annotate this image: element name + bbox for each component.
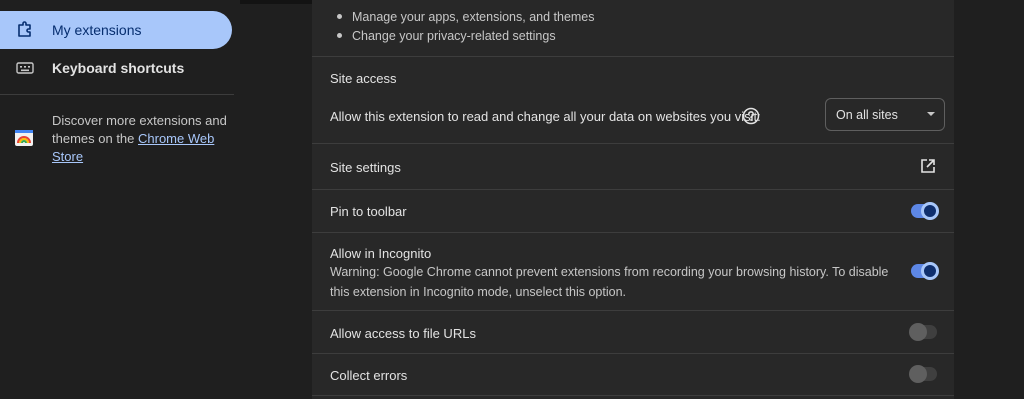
row-divider (312, 310, 954, 311)
file-urls-label: Allow access to file URLs (330, 326, 476, 341)
toggle-knob (909, 323, 927, 341)
open-in-new-icon[interactable] (919, 157, 937, 175)
site-access-description: Allow this extension to read and change … (330, 109, 761, 124)
page-gutter (954, 0, 1024, 399)
sidebar-item-my-extensions[interactable]: My extensions (0, 11, 232, 49)
incognito-warning: Warning: Google Chrome cannot prevent ex… (330, 265, 889, 299)
bullet-icon (337, 14, 342, 20)
discover-more-text: Discover more extensions and themes on t… (52, 112, 228, 166)
site-settings-label[interactable]: Site settings (330, 160, 401, 175)
collect-errors-toggle[interactable] (909, 365, 937, 383)
sidebar-divider (0, 94, 234, 95)
incognito-label: Allow in Incognito (330, 246, 432, 261)
file-urls-toggle[interactable] (909, 323, 937, 341)
help-icon[interactable] (742, 107, 760, 125)
chrome-web-store-icon (14, 129, 34, 147)
toggle-knob (909, 365, 927, 383)
row-divider (312, 232, 954, 233)
toggle-knob (921, 262, 939, 280)
permission-item: Manage your apps, extensions, and themes (330, 10, 595, 24)
site-access-selected-value: On all sites (836, 107, 898, 122)
row-divider (312, 189, 954, 190)
incognito-toggle[interactable] (911, 262, 939, 280)
sidebar-item-keyboard-shortcuts[interactable]: Keyboard shortcuts (0, 49, 232, 87)
row-divider (312, 56, 954, 57)
permission-item: Change your privacy-related settings (330, 29, 556, 43)
toggle-knob (921, 202, 939, 220)
row-divider (312, 353, 954, 354)
keyboard-icon (14, 59, 36, 77)
row-divider (312, 143, 954, 144)
collect-errors-label: Collect errors (330, 368, 408, 383)
sidebar-item-label: My extensions (52, 22, 142, 38)
puzzle-icon (14, 21, 36, 39)
site-access-heading: Site access (330, 71, 397, 86)
caret-down-icon (927, 112, 935, 116)
bullet-icon (337, 33, 342, 39)
sidebar-item-label: Keyboard shortcuts (52, 60, 185, 76)
sidebar: My extensions Keyboard shortcuts Discove… (0, 0, 240, 399)
row-divider (312, 395, 954, 396)
pin-to-toolbar-toggle[interactable] (911, 202, 939, 220)
pin-to-toolbar-label: Pin to toolbar (330, 204, 407, 219)
site-access-select[interactable]: On all sites (825, 98, 945, 131)
